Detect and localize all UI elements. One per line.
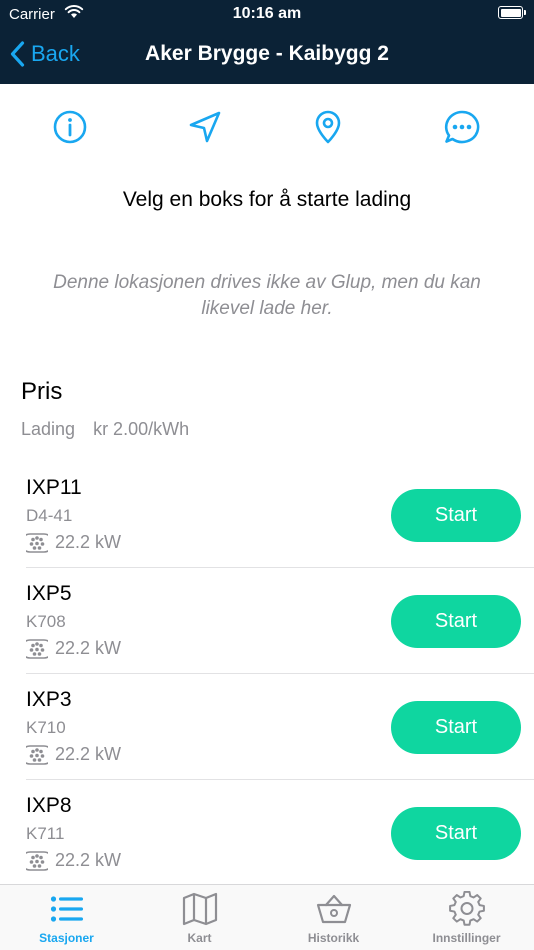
tab-label: Innstillinger <box>432 931 501 945</box>
type2-plug-icon <box>26 850 48 871</box>
navigation-header: Carrier 10:16 am Back Aker Brygge - Kaib… <box>0 0 534 84</box>
tab-label: Historikk <box>307 931 360 945</box>
tab-innstillinger[interactable]: Innstillinger <box>400 885 533 950</box>
charger-power-value: 22.2 kW <box>55 744 122 764</box>
map-icon <box>182 892 217 926</box>
charger-code: D4-41 <box>26 506 73 525</box>
navigation-arrow-icon <box>189 111 221 143</box>
charger-name: IXP11 <box>26 476 82 499</box>
type2-plug-icon <box>26 744 48 765</box>
action-bar <box>0 104 534 150</box>
charger-name: IXP3 <box>26 688 72 711</box>
map-pin-icon <box>315 110 341 144</box>
chat-bubble-icon <box>444 110 480 144</box>
price-row: Lading kr 2.00/kWh <box>21 419 189 440</box>
list-icon <box>50 896 83 922</box>
back-button[interactable]: Back <box>10 38 80 70</box>
charger-item: IXP8 K711 22.2 kW Start <box>0 780 534 886</box>
start-button[interactable]: Start <box>391 595 521 648</box>
charger-power-value: 22.2 kW <box>55 638 122 658</box>
tab-label: Stasjoner <box>39 931 94 945</box>
page-title: Aker Brygge - Kaibygg 2 <box>145 42 389 65</box>
charger-list: IXP11 D4-41 22.2 kW Start IXP5 K708 22.2… <box>0 462 534 886</box>
status-bar: Carrier 10:16 am <box>0 0 534 28</box>
charger-code: K708 <box>26 612 66 631</box>
tab-label: Kart <box>187 931 212 945</box>
tab-historikk[interactable]: Historikk <box>267 885 400 950</box>
charger-power-value: 22.2 kW <box>55 850 122 870</box>
back-button-label: Back <box>31 41 80 66</box>
operator-notice: Denne lokasjonen drives ikke av Glup, me… <box>53 272 481 319</box>
chevron-left-icon <box>10 41 25 67</box>
price-heading: Pris <box>21 378 63 405</box>
info-icon <box>53 110 87 144</box>
tab-stasjoner[interactable]: Stasjoner <box>0 885 133 950</box>
charger-item: IXP5 K708 22.2 kW Start <box>0 568 534 674</box>
navigate-button[interactable] <box>182 104 228 150</box>
start-button[interactable]: Start <box>391 489 521 542</box>
price-label: Lading <box>21 419 76 439</box>
charger-power: 22.2 kW <box>26 744 121 765</box>
info-button[interactable] <box>47 104 93 150</box>
charger-power: 22.2 kW <box>26 532 121 553</box>
charger-power-value: 22.2 kW <box>55 532 122 552</box>
gear-icon <box>448 891 485 926</box>
start-button[interactable]: Start <box>391 701 521 754</box>
start-button[interactable]: Start <box>391 807 521 860</box>
tab-bar: Stasjoner Kart Historikk Innstillinger <box>0 884 534 950</box>
type2-plug-icon <box>26 638 48 659</box>
charger-code: K710 <box>26 718 66 737</box>
charger-item: IXP3 K710 22.2 kW Start <box>0 674 534 780</box>
charger-power: 22.2 kW <box>26 850 121 871</box>
charger-name: IXP5 <box>26 582 72 605</box>
select-box-prompt: Velg en boks for å starte lading <box>122 188 412 211</box>
charger-power: 22.2 kW <box>26 638 121 659</box>
battery-icon <box>498 6 526 19</box>
location-button[interactable] <box>305 104 351 150</box>
chat-button[interactable] <box>439 104 485 150</box>
clock: 10:16 am <box>232 5 302 22</box>
charger-code: K711 <box>26 824 65 843</box>
tab-kart[interactable]: Kart <box>133 885 266 950</box>
basket-icon <box>316 894 351 924</box>
charger-item: IXP11 D4-41 22.2 kW Start <box>0 462 534 568</box>
charger-name: IXP8 <box>26 794 72 817</box>
price-value: kr 2.00/kWh <box>93 419 190 439</box>
type2-plug-icon <box>26 532 48 553</box>
